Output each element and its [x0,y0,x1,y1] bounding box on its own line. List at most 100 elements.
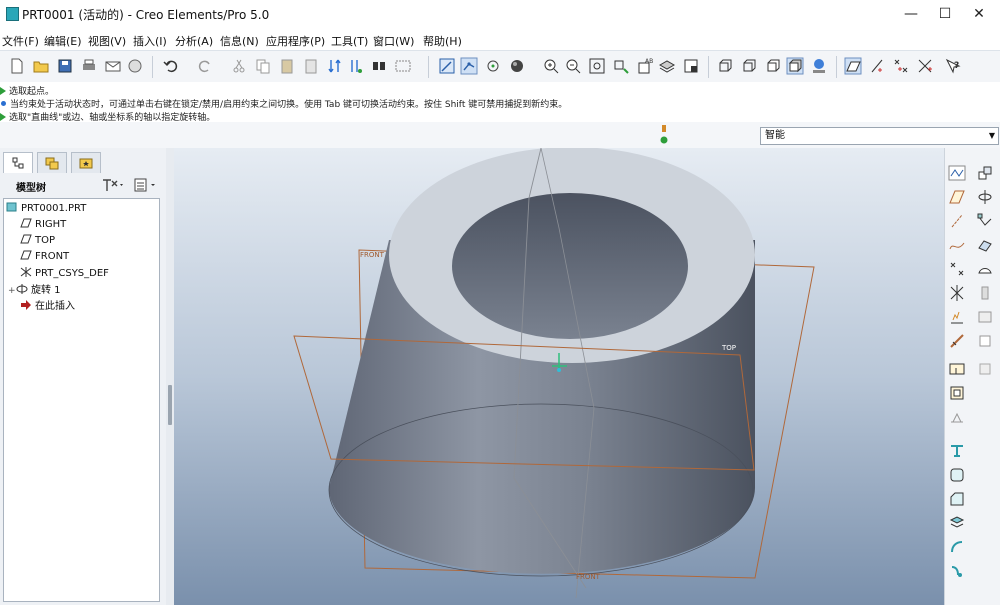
pattern-icon[interactable] [948,514,966,532]
menu-tools[interactable]: 工具(T) [331,33,368,49]
find-icon[interactable] [370,57,388,75]
rib-tool-icon[interactable] [948,408,966,426]
menu-insert[interactable]: 插入(I) [133,33,167,49]
saved-views-icon[interactable]: AB [636,57,654,75]
datum-point-tool-icon[interactable] [948,260,966,278]
menu-info[interactable]: 信息(N) [220,33,259,49]
merge-icon[interactable] [948,562,966,580]
shell-tool-icon[interactable] [948,384,966,402]
save-icon[interactable] [56,57,74,75]
minimize-button[interactable]: — [894,0,928,28]
chamfer-icon[interactable] [948,490,966,508]
close-button[interactable]: ✕ [962,0,996,28]
splitter-grip[interactable] [168,385,172,425]
sweep-icon[interactable] [976,212,994,230]
layers-icon[interactable] [658,57,676,75]
redo-icon[interactable] [196,57,214,75]
sketch-view-icon[interactable] [438,57,456,75]
expand-plus-icon[interactable]: + [8,283,16,299]
model-canvas[interactable]: FRONT TOP FRONT [174,148,944,605]
refit-icon[interactable] [588,57,606,75]
enhanced-realism-icon[interactable] [810,57,828,75]
selection-filter-select[interactable]: 智能 ▼ [760,127,999,145]
chevron-down-icon: ▼ [988,131,995,140]
datum-points-toggle-icon[interactable] [892,57,910,75]
paste-icon[interactable] [278,57,296,75]
menu-file[interactable]: 文件(F) [2,33,39,49]
insert-here-arrow-icon [20,300,32,310]
send-mail-icon[interactable] [104,57,122,75]
zoom-in-icon[interactable] [542,57,560,75]
sketched-datum-curve-icon[interactable] [948,332,966,350]
no-hidden-icon[interactable] [764,57,782,75]
datum-axis-tool-icon[interactable] [948,212,966,230]
analysis-tool-icon[interactable] [948,308,966,326]
context-help-icon[interactable]: ? [944,57,962,75]
boundary-blend-icon[interactable] [976,260,994,278]
menu-view[interactable]: 视图(V) [88,33,126,49]
datum-planes-toggle-icon[interactable] [844,57,862,75]
hidden-line-icon[interactable] [740,57,758,75]
hole-tool-icon[interactable] [948,360,966,378]
plane-label-front: FRONT [360,251,385,259]
regenerate-icon[interactable] [326,57,344,75]
extrude-icon[interactable] [976,164,994,182]
tab-model-tree[interactable] [3,152,33,173]
maximize-button[interactable]: ☐ [928,0,962,28]
menu-window[interactable]: 窗口(W) [373,33,414,49]
blend-icon[interactable] [976,236,994,254]
tree-item-part[interactable]: PRT0001.PRT [6,201,86,217]
round-icon[interactable] [948,466,966,484]
draft-icon[interactable] [948,442,966,460]
regen-manager-icon[interactable] [346,57,364,75]
tree-item-front[interactable]: FRONT [20,249,69,265]
new-file-icon[interactable] [8,57,26,75]
app-icon [6,7,19,21]
shell-icon[interactable] [976,332,994,350]
revolve-tool-icon[interactable] [976,188,994,206]
tree-item-insert-here[interactable]: 在此插入 [20,299,75,315]
menu-edit[interactable]: 编辑(E) [44,33,82,49]
graphics-viewport[interactable]: FRONT TOP FRONT [174,148,944,605]
menu-applications[interactable]: 应用程序(P) [266,33,325,49]
tab-folder-browser[interactable] [37,152,67,173]
wireframe-icon[interactable] [716,57,734,75]
tree-item-top[interactable]: TOP [20,233,55,249]
select-box-icon[interactable] [394,57,412,75]
hole-icon[interactable] [976,308,994,326]
datum-axes-toggle-icon[interactable] [868,57,886,75]
view-manager-icon[interactable] [682,57,700,75]
menu-help[interactable]: 帮助(H) [423,33,462,49]
sketch-point-icon[interactable] [460,57,478,75]
datum-curve-tool-icon[interactable] [948,236,966,254]
print-icon[interactable] [80,57,98,75]
mirror-icon[interactable] [948,538,966,556]
copy-icon[interactable] [254,57,272,75]
csys-toggle-icon[interactable] [916,57,934,75]
reorient-icon[interactable] [612,57,630,75]
zoom-out-icon[interactable] [564,57,582,75]
tab-favorites[interactable] [71,152,101,173]
rib-icon[interactable] [976,360,994,378]
datum-display-icon[interactable] [484,57,502,75]
menu-analysis[interactable]: 分析(A) [175,33,213,49]
tree-item-right[interactable]: RIGHT [20,217,66,233]
shaded-icon[interactable] [786,57,804,75]
open-folder-icon[interactable] [32,57,50,75]
undo-icon[interactable] [162,57,180,75]
panel-splitter[interactable] [166,148,174,605]
revolve-hole[interactable] [452,193,688,339]
tree-item-revolve[interactable]: + 旋转 1 [8,283,61,299]
style-icon[interactable] [976,284,994,302]
sketch-tool-icon[interactable] [948,164,966,182]
paste-special-icon[interactable] [302,57,320,75]
cut-icon[interactable] [230,57,248,75]
tree-show-button[interactable] [132,176,160,194]
datum-plane-tool-icon[interactable] [948,188,966,206]
tree-settings-button[interactable] [100,176,126,194]
tree-item-csys[interactable]: PRT_CSYS_DEF [20,266,109,282]
send-attachment-icon[interactable] [126,57,144,75]
window-title: PRT0001 (活动的) - Creo Elements/Pro 5.0 [22,8,270,22]
shading-sphere-icon[interactable] [508,57,526,75]
csys-tool-icon[interactable] [948,284,966,302]
